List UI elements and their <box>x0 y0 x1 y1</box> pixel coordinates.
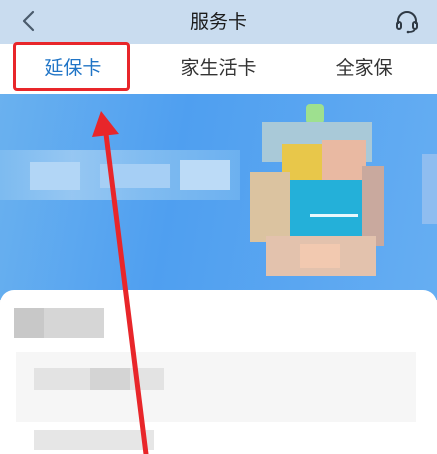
blurred-banner-graphic <box>306 104 324 124</box>
blurred-banner-text <box>180 160 230 190</box>
blurred-banner-graphic <box>310 214 358 217</box>
content-card <box>0 290 437 454</box>
nav-bar: 服务卡 <box>0 0 437 44</box>
blurred-banner-graphic <box>250 172 290 242</box>
blurred-row-text <box>34 430 154 450</box>
tab-whole-family-protection[interactable]: 全家保 <box>291 44 437 94</box>
blurred-section-title <box>14 308 44 338</box>
blurred-banner-text <box>30 162 80 190</box>
annotation-highlight-box <box>13 42 130 91</box>
blurred-banner-graphic <box>300 244 340 268</box>
blurred-banner-text <box>100 164 170 188</box>
customer-service-button[interactable] <box>391 6 423 38</box>
blurred-row-text <box>90 368 130 390</box>
page-title: 服务卡 <box>189 11 247 33</box>
headset-icon <box>396 11 418 34</box>
service-card-screen: 服务卡 延保卡 家生活卡 全家保 <box>0 0 437 454</box>
blurred-banner-graphic <box>322 140 366 180</box>
blurred-banner-graphic <box>422 154 437 224</box>
tab-home-life-card[interactable]: 家生活卡 <box>146 44 292 94</box>
blurred-banner-graphic <box>290 180 362 236</box>
blurred-banner-graphic <box>362 166 384 246</box>
promo-banner[interactable] <box>0 94 437 300</box>
